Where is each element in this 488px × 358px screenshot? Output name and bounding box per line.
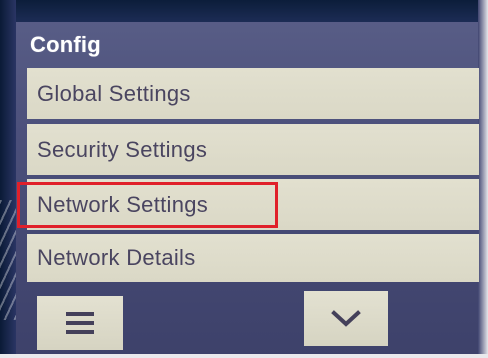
chevron-down-icon <box>331 309 361 327</box>
menu-item-global-settings[interactable]: Global Settings <box>27 68 479 119</box>
menu-item-network-details[interactable]: Network Details <box>27 234 479 282</box>
screen-bezel-bottom <box>0 354 488 358</box>
menu-item-network-settings[interactable]: Network Settings <box>27 179 479 230</box>
menu-item-label: Global Settings <box>37 80 191 106</box>
menu-button[interactable] <box>37 296 123 350</box>
page-title: Config <box>30 32 101 57</box>
menu-item-label: Security Settings <box>37 136 208 162</box>
screen-bezel-top <box>0 0 488 22</box>
menu-item-label: Network Details <box>37 245 196 270</box>
hamburger-icon <box>66 307 94 339</box>
scroll-down-button[interactable] <box>304 291 388 346</box>
screen-bezel-right <box>478 0 488 358</box>
menu-item-label: Network Settings <box>37 191 209 217</box>
menu-item-security-settings[interactable]: Security Settings <box>27 124 479 175</box>
screen-bezel-left <box>0 0 16 358</box>
